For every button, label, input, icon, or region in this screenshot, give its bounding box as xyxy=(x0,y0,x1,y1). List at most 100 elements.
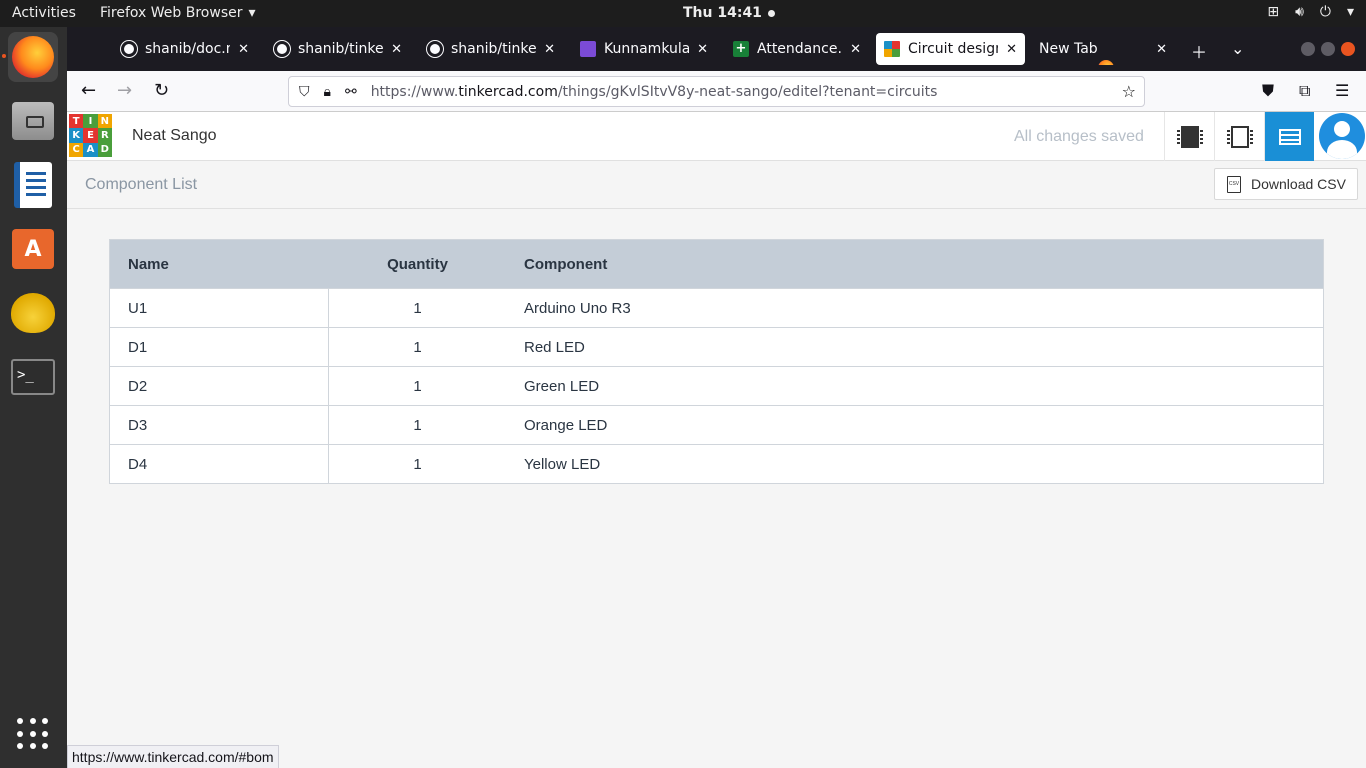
download-csv-label: Download CSV xyxy=(1251,176,1346,192)
tab-label: Circuit design xyxy=(908,41,999,57)
logo-letter: R xyxy=(97,128,112,143)
column-header-name[interactable]: Name xyxy=(110,240,329,288)
menu-icon[interactable]: ☰ xyxy=(1335,81,1349,100)
tab-circuit-design[interactable]: Circuit design ✕ xyxy=(876,33,1025,65)
files-icon xyxy=(12,102,54,140)
new-tab-button[interactable]: ＋ xyxy=(1191,39,1207,63)
tab-label: shanib/doc.md xyxy=(145,41,230,57)
circuit-view-button[interactable] xyxy=(1214,112,1264,161)
close-icon[interactable]: ✕ xyxy=(1006,42,1017,57)
cell-name: D4 xyxy=(110,445,329,483)
clock[interactable]: Thu 14:41 xyxy=(683,5,775,21)
dock-software[interactable]: A xyxy=(8,224,58,274)
table-row: D4 1 Yellow LED xyxy=(110,444,1323,483)
close-window-button[interactable] xyxy=(1341,42,1355,56)
reload-button[interactable]: ↻ xyxy=(154,80,169,101)
column-header-component[interactable]: Component xyxy=(506,256,1323,273)
url-path: /things/gKvlSItvV8y-neat-sango/editel?te… xyxy=(557,83,938,100)
logo-letter: T xyxy=(69,114,84,129)
activities-button[interactable]: Activities xyxy=(12,5,76,21)
cell-component: Red LED xyxy=(524,338,585,356)
component-list-button[interactable] xyxy=(1264,112,1314,161)
table-row: D1 1 Red LED xyxy=(110,327,1323,366)
firefox-icon xyxy=(1098,60,1114,65)
cell-component: Arduino Uno R3 xyxy=(524,299,631,317)
close-icon[interactable]: ✕ xyxy=(391,42,402,57)
github-icon xyxy=(427,41,443,57)
ubuntu-dock: A >_ xyxy=(0,27,67,768)
tab-label: Kunnamkulam xyxy=(604,41,690,57)
tab-attendance[interactable]: + Attendance.xlsx ✕ xyxy=(725,33,869,65)
power-icon: ⏻ xyxy=(1319,4,1331,20)
cell-component: Green LED xyxy=(524,377,600,395)
pocket-icon[interactable]: ⛊ xyxy=(1262,81,1274,101)
url-domain: tinkercad.com xyxy=(458,83,558,100)
github-icon xyxy=(121,41,137,57)
project-name[interactable]: Neat Sango xyxy=(132,127,217,145)
close-icon[interactable]: ✕ xyxy=(850,42,861,57)
gnome-top-bar: Activities Firefox Web Browser ▾ Thu 14:… xyxy=(0,0,1366,48)
dock-files[interactable] xyxy=(8,96,58,146)
maximize-button[interactable] xyxy=(1321,42,1335,56)
logo-letter: D xyxy=(97,142,112,157)
teapot-icon xyxy=(11,293,55,333)
csv-file-icon: CSV xyxy=(1227,175,1241,193)
tab-github-tinkercad-2[interactable]: shanib/tinkercad ✕ xyxy=(419,33,563,65)
column-header-quantity[interactable]: Quantity xyxy=(329,256,506,273)
logo-letter: K xyxy=(69,128,84,143)
chevron-down-icon: ▾ xyxy=(1346,4,1354,20)
permissions-icon[interactable]: ⚯ xyxy=(345,84,357,100)
component-table: Name Quantity Component U1 1 Arduino Uno… xyxy=(109,239,1324,484)
tab-new-tab[interactable]: New Tab ✕ xyxy=(1031,33,1175,65)
chevron-down-icon: ▾ xyxy=(248,5,256,21)
list-icon xyxy=(1278,128,1301,145)
close-icon[interactable]: ✕ xyxy=(544,42,555,57)
dock-writer[interactable] xyxy=(8,160,58,210)
url-text[interactable]: https://www.tinkercad.com/things/gKvlSIt… xyxy=(371,84,938,100)
tab-bar: shanib/doc.md ✕ shanib/tinkercad ✕ shanib/… xyxy=(67,27,1366,71)
component-list-title: Component List xyxy=(85,176,198,193)
network-icon: ⊞ xyxy=(1267,4,1280,20)
tab-label: shanib/tinkercad xyxy=(451,41,537,57)
app-menu[interactable]: Firefox Web Browser ▾ xyxy=(100,5,256,48)
logo-letter: I xyxy=(83,114,98,129)
software-store-icon: A xyxy=(12,229,54,269)
logo-letter: A xyxy=(83,142,98,157)
firefox-icon xyxy=(12,36,54,78)
close-icon[interactable]: ✕ xyxy=(1156,42,1167,57)
cell-quantity: 1 xyxy=(413,299,422,317)
minimize-button[interactable] xyxy=(1301,42,1315,56)
schematic-view-button[interactable] xyxy=(1164,112,1214,161)
avatar[interactable] xyxy=(1319,113,1365,159)
forward-button[interactable]: → xyxy=(117,80,132,101)
close-icon[interactable]: ✕ xyxy=(697,42,708,57)
tab-pinned-firefox[interactable] xyxy=(73,33,103,65)
dock-terminal[interactable]: >_ xyxy=(8,352,58,402)
status-link-tooltip: https://www.tinkercad.com/#bom xyxy=(67,745,279,768)
firefox-window: shanib/doc.md ✕ shanib/tinkercad ✕ shanib/… xyxy=(67,27,1366,768)
lock-icon[interactable]: 🔒︎ xyxy=(324,84,331,100)
sheets-icon: + xyxy=(733,41,749,57)
extensions-icon[interactable]: ⧉ xyxy=(1299,81,1310,101)
tinkercad-logo[interactable]: TINKERCAD xyxy=(69,114,112,157)
download-csv-button[interactable]: CSV Download CSV xyxy=(1214,168,1358,200)
show-apps-button[interactable] xyxy=(8,709,58,759)
bookmark-star-icon[interactable]: ☆ xyxy=(1122,82,1136,101)
list-tabs-button[interactable]: ⌄ xyxy=(1231,39,1244,58)
running-indicator xyxy=(2,54,6,58)
close-icon[interactable]: ✕ xyxy=(238,42,249,57)
writer-icon xyxy=(14,162,52,208)
back-button[interactable]: ← xyxy=(81,80,96,101)
chip-outline-icon xyxy=(1226,125,1253,148)
tab-kunnamkulam[interactable]: Kunnamkulam ✕ xyxy=(572,33,716,65)
cell-name: D1 xyxy=(110,328,329,366)
dock-firefox[interactable] xyxy=(8,32,58,82)
url-bar[interactable]: ⛉ 🔒︎ ⚯ https://www.tinkercad.com/things/… xyxy=(288,76,1145,107)
logo-letter: E xyxy=(83,128,98,143)
component-list-header: Component List CSV Download CSV xyxy=(67,161,1366,209)
system-tray[interactable]: ⊞ 🔊︎ ⏻ ▾ xyxy=(1267,4,1354,20)
tab-github-tinkercad-1[interactable]: shanib/tinkercad ✕ xyxy=(266,33,410,65)
shield-icon[interactable]: ⛉ xyxy=(299,84,310,100)
tab-github-doc[interactable]: shanib/doc.md ✕ xyxy=(113,33,257,65)
dock-teapot[interactable] xyxy=(8,288,58,338)
